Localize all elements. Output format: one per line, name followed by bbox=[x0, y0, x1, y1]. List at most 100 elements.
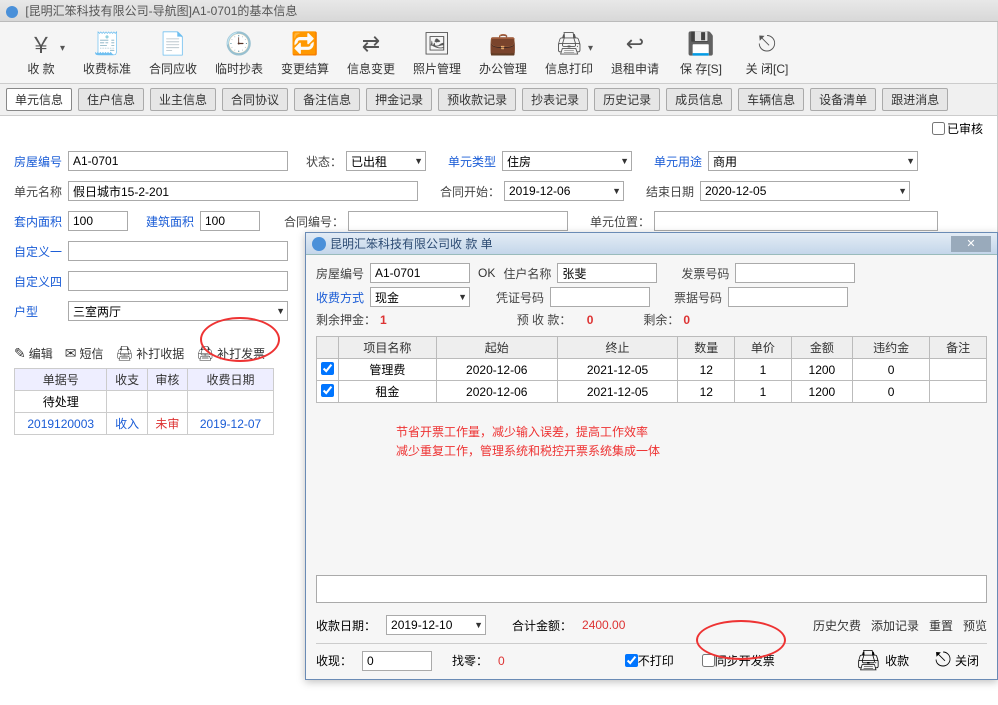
tb-save[interactable]: 💾保 存[S] bbox=[668, 28, 734, 79]
inside-area-input[interactable] bbox=[68, 211, 128, 231]
tab-equip[interactable]: 设备清单 bbox=[810, 88, 876, 111]
collect-button[interactable]: 🖨收款 bbox=[848, 646, 917, 675]
info-change-icon: ⇄ bbox=[357, 30, 385, 58]
th-amt[interactable]: 金额 bbox=[791, 337, 852, 359]
th-audit[interactable]: 审核 bbox=[147, 369, 187, 391]
th-doc-no[interactable]: 单据号 bbox=[15, 369, 107, 391]
hist-debt-link[interactable]: 历史欠费 bbox=[813, 617, 861, 634]
th-check[interactable] bbox=[317, 337, 339, 359]
d-remain-val: 0 bbox=[683, 313, 690, 327]
audited-checkbox[interactable] bbox=[932, 122, 945, 135]
d-resident-lbl: 住户名称 bbox=[503, 265, 557, 282]
d-ticket-lbl: 票据号码 bbox=[674, 289, 728, 306]
edit-button[interactable]: ✎编辑 bbox=[14, 345, 53, 362]
tab-remark[interactable]: 备注信息 bbox=[294, 88, 360, 111]
sms-button[interactable]: ✉短信 bbox=[65, 345, 104, 362]
audited-row: 已审核 bbox=[0, 116, 998, 139]
no-print-wrap[interactable]: 不打印 bbox=[625, 652, 674, 669]
tb-refund[interactable]: ↩退租申请 bbox=[602, 28, 668, 79]
reprint-invoice-button[interactable]: 🖨补打发票 bbox=[196, 345, 265, 362]
build-area-input[interactable] bbox=[200, 211, 260, 231]
row-checkbox[interactable] bbox=[321, 384, 334, 397]
th-qty[interactable]: 数量 bbox=[678, 337, 735, 359]
tab-history[interactable]: 历史记录 bbox=[594, 88, 660, 111]
add-rec-link[interactable]: 添加记录 bbox=[871, 617, 919, 634]
tab-meter[interactable]: 抄表记录 bbox=[522, 88, 588, 111]
tab-resident[interactable]: 住户信息 bbox=[78, 88, 144, 111]
table-header-row: 项目名称 起始 终止 数量 单价 金额 违约金 备注 bbox=[317, 337, 987, 359]
th-end[interactable]: 终止 bbox=[557, 337, 678, 359]
preview-link[interactable]: 预览 bbox=[963, 617, 987, 634]
th-price[interactable]: 单价 bbox=[735, 337, 792, 359]
table-row[interactable]: 2019120003 收入 未审 2019-12-07 bbox=[15, 413, 274, 435]
th-io[interactable]: 收支 bbox=[107, 369, 147, 391]
pencil-icon: ✎ bbox=[14, 345, 26, 362]
sync-invoice-wrap[interactable]: 同步开发票 bbox=[702, 652, 775, 669]
chevron-down-icon: ▼ bbox=[898, 186, 907, 196]
d-house-no-input[interactable] bbox=[370, 263, 470, 283]
tab-deposit[interactable]: 押金记录 bbox=[366, 88, 432, 111]
tb-info-change[interactable]: ⇄信息变更 bbox=[338, 28, 404, 79]
tab-contract[interactable]: 合同协议 bbox=[222, 88, 288, 111]
no-print-checkbox[interactable] bbox=[625, 654, 638, 667]
reprint-receipt-button[interactable]: 🖨补打收据 bbox=[116, 345, 185, 362]
table-row-pending[interactable]: 待处理 bbox=[15, 391, 274, 413]
dialog-close2-button[interactable]: ⎋关闭 bbox=[927, 647, 987, 674]
tab-vehicle[interactable]: 车辆信息 bbox=[738, 88, 804, 111]
house-no-input[interactable] bbox=[68, 151, 288, 171]
unit-pos-input[interactable] bbox=[654, 211, 938, 231]
d-pay-method-combo[interactable]: 现金▼ bbox=[370, 287, 470, 307]
window-title: [昆明汇笨科技有限公司-导航图]A1-0701的基本信息 bbox=[25, 4, 297, 18]
chevron-down-icon: ▼ bbox=[612, 186, 621, 196]
chevron-down-icon: ▼ bbox=[620, 156, 629, 166]
end-date-combo[interactable]: 2020-12-05▼ bbox=[700, 181, 910, 201]
remark-area[interactable] bbox=[316, 575, 987, 603]
tab-member[interactable]: 成员信息 bbox=[666, 88, 732, 111]
mail-icon: ✉ bbox=[65, 345, 77, 362]
contract-no-input[interactable] bbox=[348, 211, 568, 231]
d-resident-input[interactable] bbox=[557, 263, 657, 283]
cust1-input[interactable] bbox=[68, 241, 288, 261]
state-combo[interactable]: 已出租▼ bbox=[346, 151, 426, 171]
dialog-close-button[interactable]: ✕ bbox=[951, 236, 991, 252]
rec-date-lbl: 收款日期： bbox=[316, 617, 376, 634]
tab-prepay[interactable]: 预收款记录 bbox=[438, 88, 516, 111]
tb-close[interactable]: ⎋关 闭[C] bbox=[734, 28, 800, 79]
tab-unit-info[interactable]: 单元信息 bbox=[6, 88, 72, 111]
d-remain-lbl: 剩余： bbox=[643, 311, 683, 328]
th-date[interactable]: 收费日期 bbox=[188, 369, 274, 391]
th-penalty[interactable]: 违约金 bbox=[853, 337, 930, 359]
tb-office[interactable]: 💼办公管理 bbox=[470, 28, 536, 79]
table-row[interactable]: 租金 2020-12-06 2021-12-05 12 1 1200 0 bbox=[317, 381, 987, 403]
dialog-title-bar: 昆明汇笨科技有限公司收 款 单 ✕ bbox=[306, 233, 997, 255]
unit-use-combo[interactable]: 商用▼ bbox=[708, 151, 918, 171]
th-start[interactable]: 起始 bbox=[436, 337, 557, 359]
cust4-input[interactable] bbox=[68, 271, 288, 291]
chevron-down-icon: ▼ bbox=[906, 156, 915, 166]
tb-fee-std[interactable]: 🧾收费标准 bbox=[74, 28, 140, 79]
hx-combo[interactable]: 三室两厅▼ bbox=[68, 301, 288, 321]
tb-photo[interactable]: 🖼照片管理 bbox=[404, 28, 470, 79]
unit-name-input[interactable] bbox=[68, 181, 418, 201]
received-input[interactable] bbox=[362, 651, 432, 671]
tb-temp-meter[interactable]: 🕒临时抄表 bbox=[206, 28, 272, 79]
tb-change-settle[interactable]: 🔁变更结算 bbox=[272, 28, 338, 79]
th-remark[interactable]: 备注 bbox=[930, 337, 987, 359]
th-item[interactable]: 项目名称 bbox=[339, 337, 437, 359]
rec-date-combo[interactable]: 2019-12-10▼ bbox=[386, 615, 486, 635]
sync-invoice-checkbox[interactable] bbox=[702, 654, 715, 667]
tab-follow[interactable]: 跟进消息 bbox=[882, 88, 948, 111]
tb-collect[interactable]: ￥▾收 款 bbox=[8, 28, 74, 79]
table-row[interactable]: 管理费 2020-12-06 2021-12-05 12 1 1200 0 bbox=[317, 359, 987, 381]
d-ticket-input[interactable] bbox=[728, 287, 848, 307]
unit-type-combo[interactable]: 住房▼ bbox=[502, 151, 632, 171]
contract-start-combo[interactable]: 2019-12-06▼ bbox=[504, 181, 624, 201]
fee-items-table: 项目名称 起始 终止 数量 单价 金额 违约金 备注 管理费 2020-12-0… bbox=[316, 336, 987, 403]
d-invoice-no-input[interactable] bbox=[735, 263, 855, 283]
row-checkbox[interactable] bbox=[321, 362, 334, 375]
d-voucher-input[interactable] bbox=[550, 287, 650, 307]
tb-contract-ar[interactable]: 📄合同应收 bbox=[140, 28, 206, 79]
reset-link[interactable]: 重置 bbox=[929, 617, 953, 634]
tab-owner[interactable]: 业主信息 bbox=[150, 88, 216, 111]
tb-info-print[interactable]: 🖨▾信息打印 bbox=[536, 28, 602, 79]
